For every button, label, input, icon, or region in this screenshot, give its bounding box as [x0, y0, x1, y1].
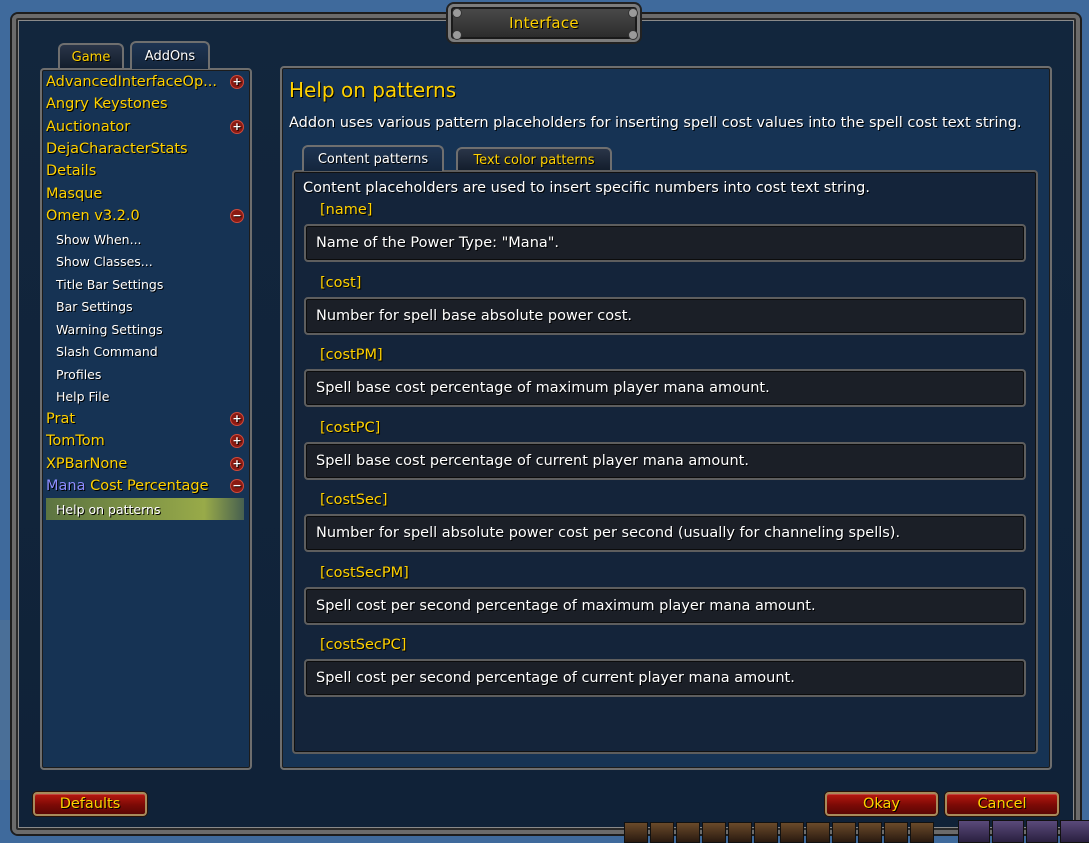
category-label: Auctionator	[46, 119, 131, 135]
placeholder-description: Name of the Power Type: "Mana".	[304, 224, 1026, 262]
category-label: Masque	[46, 186, 103, 202]
collapse-icon[interactable]: −	[230, 479, 244, 493]
tab-addons-label: AddOns	[144, 48, 196, 64]
expand-icon[interactable]: +	[230, 434, 244, 448]
category-advancedinterfaceoptions[interactable]: AdvancedInterfaceOp... +	[46, 71, 246, 93]
omen-profiles[interactable]: Profiles	[56, 363, 246, 385]
cancel-button[interactable]: Cancel	[945, 792, 1059, 816]
rivet-icon	[452, 30, 462, 40]
category-label: TomTom	[46, 433, 105, 449]
action-slot-icon	[676, 822, 700, 843]
page-title: Help on patterns	[289, 78, 457, 102]
page-description: Addon uses various pattern placeholders …	[289, 115, 1022, 131]
placeholder-name: [name]	[320, 202, 373, 218]
cancel-button-label: Cancel	[977, 796, 1027, 812]
category-label: Angry Keystones	[46, 96, 168, 112]
action-slot-icon	[910, 822, 934, 843]
omen-warning-settings[interactable]: Warning Settings	[56, 318, 246, 340]
tab-game[interactable]: Game	[58, 43, 124, 69]
category-label: Mana Cost Percentage	[46, 478, 230, 494]
action-slot-icon	[624, 822, 648, 843]
expand-icon[interactable]: +	[230, 457, 244, 471]
omen-show-when[interactable]: Show When...	[56, 228, 246, 250]
rivet-icon	[452, 8, 462, 18]
action-bar	[624, 822, 934, 843]
action-slot-icon	[806, 822, 830, 843]
action-slot-icon	[650, 822, 674, 843]
action-slot-icon	[780, 822, 804, 843]
omen-help-file[interactable]: Help File	[56, 385, 246, 407]
category-details[interactable]: Details	[46, 160, 246, 182]
category-label: DejaCharacterStats	[46, 141, 188, 157]
category-label: Details	[46, 163, 97, 179]
category-mana-cost-percentage[interactable]: Mana Cost Percentage −	[46, 475, 246, 497]
placeholder-description: Spell cost per second percentage of maxi…	[304, 587, 1026, 625]
category-dejacharacterstats[interactable]: DejaCharacterStats	[46, 138, 246, 160]
placeholder-name: [costSecPC]	[320, 637, 407, 653]
action-slot-icon	[754, 822, 778, 843]
placeholder-name: [costSecPM]	[320, 565, 409, 581]
omen-slash-command[interactable]: Slash Command	[56, 340, 246, 362]
action-slot-icon	[884, 822, 908, 843]
tab-text-color-patterns-label: Text color patterns	[473, 152, 595, 168]
omen-show-classes[interactable]: Show Classes...	[56, 250, 246, 272]
expand-icon[interactable]: +	[230, 75, 244, 89]
category-auctionator[interactable]: Auctionator +	[46, 116, 246, 138]
okay-button[interactable]: Okay	[825, 792, 938, 816]
category-label-mana: Mana	[46, 478, 86, 494]
window-title: Interface	[509, 14, 579, 32]
rivet-icon	[628, 30, 638, 40]
placeholder-name: [cost]	[320, 275, 362, 291]
selected-help-on-patterns[interactable]: Help on patterns	[46, 498, 244, 520]
placeholder-name: [costPC]	[320, 420, 381, 436]
okay-button-label: Okay	[862, 796, 901, 812]
category-omen[interactable]: Omen v3.2.0 −	[46, 205, 246, 227]
expand-icon[interactable]: +	[230, 412, 244, 426]
tab-game-label: Game	[71, 49, 111, 65]
category-label: Omen v3.2.0	[46, 208, 140, 224]
omen-bar-settings[interactable]: Bar Settings	[56, 295, 246, 317]
placeholder-description: Number for spell base absolute power cos…	[304, 297, 1026, 335]
action-slot-icon	[958, 820, 990, 843]
action-slot-icon	[1026, 820, 1058, 843]
tab-addons[interactable]: AddOns	[130, 41, 210, 69]
placeholder-description: Spell cost per second percentage of curr…	[304, 659, 1026, 697]
window-title-plate: Interface	[448, 4, 640, 42]
action-slot-icon	[858, 822, 882, 843]
category-angry-keystones[interactable]: Angry Keystones	[46, 93, 246, 115]
expand-icon[interactable]: +	[230, 120, 244, 134]
action-slot-icon	[832, 822, 856, 843]
patterns-intro: Content placeholders are used to insert …	[303, 180, 870, 196]
category-prat[interactable]: Prat +	[46, 408, 246, 430]
placeholder-description: Number for spell absolute power cost per…	[304, 514, 1026, 552]
action-slot-icon	[1060, 820, 1089, 843]
collapse-icon[interactable]: −	[230, 209, 244, 223]
tab-text-color-patterns[interactable]: Text color patterns	[456, 147, 612, 171]
defaults-button[interactable]: Defaults	[33, 792, 147, 816]
placeholder-description: Spell base cost percentage of maximum pl…	[304, 369, 1026, 407]
defaults-button-label: Defaults	[59, 796, 121, 812]
placeholder-description: Spell base cost percentage of current pl…	[304, 442, 1026, 480]
placeholder-name: [costPM]	[320, 347, 383, 363]
action-slot-icon	[702, 822, 726, 843]
omen-title-bar-settings[interactable]: Title Bar Settings	[56, 273, 246, 295]
category-label: AdvancedInterfaceOp...	[46, 74, 217, 90]
tab-content-patterns-label: Content patterns	[317, 151, 429, 167]
placeholder-name: [costSec]	[320, 492, 388, 508]
tab-content-patterns[interactable]: Content patterns	[302, 145, 444, 171]
category-label-rest: Cost Percentage	[85, 478, 209, 494]
category-tomtom[interactable]: TomTom +	[46, 430, 246, 452]
category-xpbarnone[interactable]: XPBarNone +	[46, 453, 246, 475]
action-slot-icon	[992, 820, 1024, 843]
category-label: Prat	[46, 411, 76, 427]
action-slot-icon	[728, 822, 752, 843]
side-action-bar	[958, 820, 1089, 843]
category-masque[interactable]: Masque	[46, 183, 246, 205]
rivet-icon	[628, 8, 638, 18]
category-label: XPBarNone	[46, 456, 128, 472]
